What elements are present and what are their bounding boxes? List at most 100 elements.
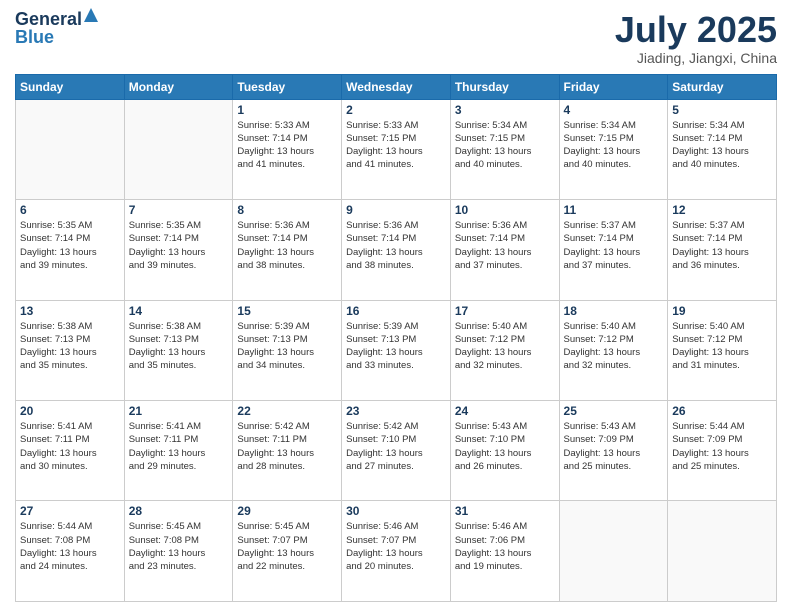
- day-info: Sunrise: 5:36 AMSunset: 7:14 PMDaylight:…: [455, 219, 555, 272]
- day-number: 27: [20, 504, 120, 518]
- table-row: 28 Sunrise: 5:45 AMSunset: 7:08 PMDayligh…: [124, 501, 233, 602]
- day-info: Sunrise: 5:34 AMSunset: 7:15 PMDaylight:…: [455, 119, 555, 172]
- day-info: Sunrise: 5:34 AMSunset: 7:15 PMDaylight:…: [564, 119, 664, 172]
- day-info: Sunrise: 5:33 AMSunset: 7:15 PMDaylight:…: [346, 119, 446, 172]
- logo-blue: Blue: [15, 28, 54, 46]
- day-number: 30: [346, 504, 446, 518]
- day-number: 25: [564, 404, 664, 418]
- day-info: Sunrise: 5:37 AMSunset: 7:14 PMDaylight:…: [564, 219, 664, 272]
- day-number: 24: [455, 404, 555, 418]
- day-number: 18: [564, 304, 664, 318]
- table-row: 15 Sunrise: 5:39 AMSunset: 7:13 PMDayligh…: [233, 300, 342, 400]
- table-row: 17Sunrise: 5:40 AMSunset: 7:12 PMDayligh…: [450, 300, 559, 400]
- table-row: 21 Sunrise: 5:41 AMSunset: 7:11 PMDayligh…: [124, 401, 233, 501]
- table-row: 6 Sunrise: 5:35 AMSunset: 7:14 PMDaylight…: [16, 200, 125, 300]
- col-monday: Monday: [124, 74, 233, 99]
- day-number: 19: [672, 304, 772, 318]
- day-info: Sunrise: 5:45 AMSunset: 7:07 PMDaylight:…: [237, 520, 337, 573]
- table-row: [124, 99, 233, 199]
- table-row: 14 Sunrise: 5:38 AMSunset: 7:13 PMDayligh…: [124, 300, 233, 400]
- month-title: July 2025: [615, 10, 777, 50]
- day-info: Sunrise: 5:33 AMSunset: 7:14 PMDaylight:…: [237, 119, 337, 172]
- day-number: 23: [346, 404, 446, 418]
- day-info: Sunrise: 5:34 AMSunset: 7:14 PMDaylight:…: [672, 119, 772, 172]
- day-info: Sunrise: 5:38 AMSunset: 7:13 PMDaylight:…: [129, 320, 229, 373]
- day-number: 12: [672, 203, 772, 217]
- day-info: Sunrise: 5:43 AMSunset: 7:09 PMDaylight:…: [564, 420, 664, 473]
- table-row: 29 Sunrise: 5:45 AMSunset: 7:07 PMDayligh…: [233, 501, 342, 602]
- day-info: Sunrise: 5:39 AMSunset: 7:13 PMDaylight:…: [237, 320, 337, 373]
- day-number: 28: [129, 504, 229, 518]
- day-info: Sunrise: 5:35 AMSunset: 7:14 PMDaylight:…: [20, 219, 120, 272]
- table-row: 31Sunrise: 5:46 AMSunset: 7:06 PMDayligh…: [450, 501, 559, 602]
- table-row: 7Sunrise: 5:35 AMSunset: 7:14 PMDaylight…: [124, 200, 233, 300]
- day-info: Sunrise: 5:42 AMSunset: 7:10 PMDaylight:…: [346, 420, 446, 473]
- table-row: 10 Sunrise: 5:36 AMSunset: 7:14 PMDayligh…: [450, 200, 559, 300]
- col-thursday: Thursday: [450, 74, 559, 99]
- table-row: 11 Sunrise: 5:37 AMSunset: 7:14 PMDayligh…: [559, 200, 668, 300]
- day-info: Sunrise: 5:45 AMSunset: 7:08 PMDaylight:…: [129, 520, 229, 573]
- table-row: 9 Sunrise: 5:36 AMSunset: 7:14 PMDaylight…: [342, 200, 451, 300]
- day-number: 9: [346, 203, 446, 217]
- table-row: 27 Sunrise: 5:44 AMSunset: 7:08 PMDayligh…: [16, 501, 125, 602]
- table-row: 30 Sunrise: 5:46 AMSunset: 7:07 PMDayligh…: [342, 501, 451, 602]
- table-row: 16Sunrise: 5:39 AMSunset: 7:13 PMDayligh…: [342, 300, 451, 400]
- day-info: Sunrise: 5:42 AMSunset: 7:11 PMDaylight:…: [237, 420, 337, 473]
- day-number: 20: [20, 404, 120, 418]
- day-info: Sunrise: 5:44 AMSunset: 7:08 PMDaylight:…: [20, 520, 120, 573]
- day-number: 5: [672, 103, 772, 117]
- day-info: Sunrise: 5:36 AMSunset: 7:14 PMDaylight:…: [346, 219, 446, 272]
- table-row: 2 Sunrise: 5:33 AMSunset: 7:15 PMDaylight…: [342, 99, 451, 199]
- logo-general: General: [15, 10, 82, 28]
- col-saturday: Saturday: [668, 74, 777, 99]
- day-number: 29: [237, 504, 337, 518]
- logo-triangle-icon: [84, 8, 98, 27]
- day-info: Sunrise: 5:38 AMSunset: 7:13 PMDaylight:…: [20, 320, 120, 373]
- day-number: 2: [346, 103, 446, 117]
- col-friday: Friday: [559, 74, 668, 99]
- day-info: Sunrise: 5:43 AMSunset: 7:10 PMDaylight:…: [455, 420, 555, 473]
- logo: General Blue: [15, 10, 98, 46]
- table-row: 23 Sunrise: 5:42 AMSunset: 7:10 PMDayligh…: [342, 401, 451, 501]
- day-number: 8: [237, 203, 337, 217]
- day-number: 14: [129, 304, 229, 318]
- table-row: 1Sunrise: 5:33 AMSunset: 7:14 PMDaylight…: [233, 99, 342, 199]
- day-info: Sunrise: 5:41 AMSunset: 7:11 PMDaylight:…: [20, 420, 120, 473]
- day-info: Sunrise: 5:36 AMSunset: 7:14 PMDaylight:…: [237, 219, 337, 272]
- day-number: 17: [455, 304, 555, 318]
- table-row: [668, 501, 777, 602]
- day-number: 6: [20, 203, 120, 217]
- day-number: 31: [455, 504, 555, 518]
- table-row: [559, 501, 668, 602]
- table-row: 24 Sunrise: 5:43 AMSunset: 7:10 PMDayligh…: [450, 401, 559, 501]
- table-row: 13Sunrise: 5:38 AMSunset: 7:13 PMDayligh…: [16, 300, 125, 400]
- day-info: Sunrise: 5:41 AMSunset: 7:11 PMDaylight:…: [129, 420, 229, 473]
- table-row: [16, 99, 125, 199]
- table-row: 4 Sunrise: 5:34 AMSunset: 7:15 PMDaylight…: [559, 99, 668, 199]
- day-info: Sunrise: 5:35 AMSunset: 7:14 PMDaylight:…: [129, 219, 229, 272]
- table-row: 25 Sunrise: 5:43 AMSunset: 7:09 PMDayligh…: [559, 401, 668, 501]
- day-info: Sunrise: 5:46 AMSunset: 7:07 PMDaylight:…: [346, 520, 446, 573]
- location: Jiading, Jiangxi, China: [615, 50, 777, 66]
- col-wednesday: Wednesday: [342, 74, 451, 99]
- day-number: 4: [564, 103, 664, 117]
- col-tuesday: Tuesday: [233, 74, 342, 99]
- calendar: Sunday Monday Tuesday Wednesday Thursday…: [15, 74, 777, 602]
- table-row: 12Sunrise: 5:37 AMSunset: 7:14 PMDayligh…: [668, 200, 777, 300]
- day-number: 21: [129, 404, 229, 418]
- day-number: 10: [455, 203, 555, 217]
- day-number: 11: [564, 203, 664, 217]
- header: General Blue July 2025 Jiading, Jiangxi,…: [15, 10, 777, 66]
- day-number: 22: [237, 404, 337, 418]
- day-info: Sunrise: 5:40 AMSunset: 7:12 PMDaylight:…: [672, 320, 772, 373]
- day-info: Sunrise: 5:39 AMSunset: 7:13 PMDaylight:…: [346, 320, 446, 373]
- day-number: 26: [672, 404, 772, 418]
- day-info: Sunrise: 5:40 AMSunset: 7:12 PMDaylight:…: [564, 320, 664, 373]
- col-sunday: Sunday: [16, 74, 125, 99]
- day-number: 3: [455, 103, 555, 117]
- table-row: 3 Sunrise: 5:34 AMSunset: 7:15 PMDaylight…: [450, 99, 559, 199]
- table-row: 18 Sunrise: 5:40 AMSunset: 7:12 PMDayligh…: [559, 300, 668, 400]
- day-number: 15: [237, 304, 337, 318]
- page: General Blue July 2025 Jiading, Jiangxi,…: [0, 0, 792, 612]
- table-row: 8 Sunrise: 5:36 AMSunset: 7:14 PMDaylight…: [233, 200, 342, 300]
